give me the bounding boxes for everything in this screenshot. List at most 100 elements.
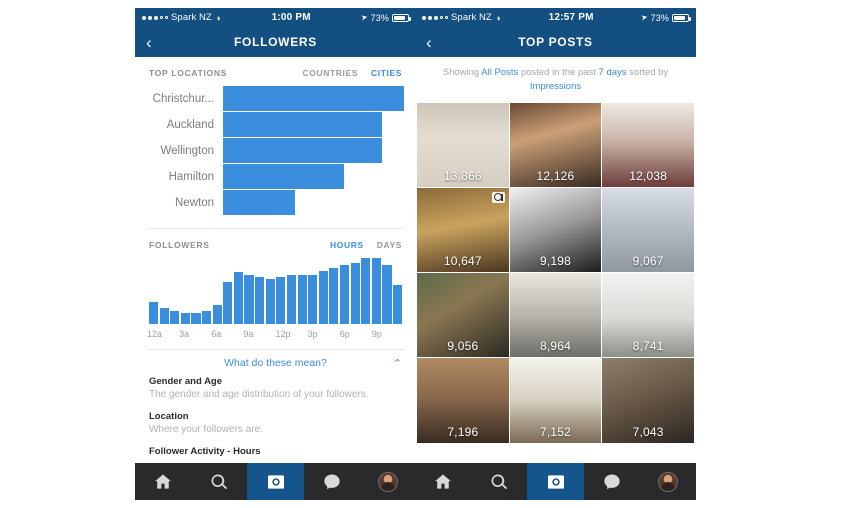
nav-bar-left: ‹ FOLLOWERS [135, 27, 416, 57]
impressions-count: 7,196 [447, 424, 479, 439]
showing-suffix: sorted by [626, 67, 669, 78]
explainer-item: Gender and Age The gender and age distri… [149, 376, 402, 400]
chevron-up-icon[interactable]: ⌃ [393, 357, 402, 370]
segment-cities[interactable]: CITIES [371, 68, 402, 78]
filter-sort-metric[interactable]: Impressions [530, 81, 581, 92]
histogram-bar [233, 272, 243, 324]
tab-activity[interactable] [584, 463, 640, 500]
carrier-label: Spark NZ [451, 12, 492, 23]
home-icon [155, 474, 172, 489]
camera-icon [267, 474, 284, 489]
impressions-count: 13,866 [443, 168, 482, 183]
section-follower-activity: FOLLOWERS HOURS DAYS 12a 3a 6a 9a 12p 3p 6p 9p [135, 229, 416, 347]
post-thumbnail[interactable]: 8,741 [602, 273, 694, 358]
segment-countries[interactable]: COUNTRIES [303, 68, 358, 78]
activity-icon [324, 474, 340, 489]
explainer-desc: Where your followers are. [149, 424, 263, 435]
filter-time-range[interactable]: 7 days [599, 67, 627, 78]
section-title: FOLLOWERS [149, 240, 210, 250]
follower-activity-histogram: 12a 3a 6a 9a 12p 3p 6p 9p [135, 256, 416, 347]
x-axis-tick-label: 6p [339, 329, 350, 339]
location-label: Wellington [160, 144, 215, 157]
battery-percent-label: 73% [650, 12, 669, 23]
explainer-item: Location Where your followers are. [149, 411, 402, 435]
back-button[interactable]: ‹ [426, 34, 432, 51]
battery-percent-label: 73% [370, 12, 389, 23]
x-axis-tick-label: 3p [307, 329, 318, 339]
post-thumbnail[interactable]: 13,866 [417, 102, 509, 187]
tab-home[interactable] [415, 463, 471, 500]
location-bar-fill [223, 164, 345, 189]
signal-dots-icon [422, 15, 448, 20]
x-axis-tick-label: 9p [371, 329, 382, 339]
histogram-bar [361, 258, 371, 324]
post-thumbnail[interactable]: 10,647 [417, 187, 509, 273]
search-icon [211, 473, 228, 489]
post-thumbnail[interactable]: 8,964 [509, 273, 602, 358]
tab-activity[interactable] [304, 463, 360, 500]
post-thumbnail[interactable]: 9,056 [417, 273, 509, 358]
back-button[interactable]: ‹ [146, 34, 152, 51]
tab-camera[interactable] [247, 463, 304, 500]
location-bar-fill [223, 86, 404, 111]
impressions-count: 9,198 [539, 254, 571, 269]
post-thumbnail[interactable]: 7,196 [417, 358, 509, 443]
tab-home[interactable] [135, 463, 191, 500]
histogram-bar [382, 264, 392, 324]
post-thumbnail[interactable]: 9,198 [509, 187, 602, 273]
section-top-locations: TOP LOCATIONS COUNTRIES CITIES Christchu… [135, 57, 416, 226]
post-thumbnail[interactable]: 7,043 [602, 358, 694, 443]
what-do-these-mean-link[interactable]: What do these mean? [224, 357, 327, 369]
histogram-bar [318, 271, 328, 324]
explainer-header[interactable]: What do these mean? ⌃ [149, 350, 402, 376]
explainer-title: Follower Activity - Hours [149, 446, 261, 457]
location-bar-row: Hamilton [147, 164, 404, 189]
post-thumbnail[interactable]: 12,038 [602, 102, 694, 187]
histogram-x-axis: 12a 3a 6a 9a 12p 3p 6p 9p [147, 327, 404, 343]
tab-profile[interactable] [640, 463, 696, 500]
histogram-bar [329, 267, 339, 324]
followers-header: FOLLOWERS HOURS DAYS [135, 229, 416, 256]
post-thumbnail[interactable]: 9,067 [602, 187, 694, 273]
histogram-bar [393, 285, 403, 324]
phone-screen-top-posts: Spark NZ ◗ 12:57 PM ➤ 73% ‹ TOP POSTS Sh… [415, 8, 696, 500]
location-bar-row: Wellington [147, 138, 404, 163]
histogram-bar [276, 277, 286, 324]
signal-dots-icon [142, 15, 168, 20]
histogram-bar [223, 282, 233, 324]
tab-search[interactable] [191, 463, 247, 500]
section-title: TOP LOCATIONS [149, 68, 228, 78]
x-axis-tick-label: 9a [243, 329, 254, 339]
histogram-bar [265, 278, 275, 324]
segment-days[interactable]: DAYS [377, 240, 402, 250]
page-title: TOP POSTS [518, 35, 593, 49]
tab-camera[interactable] [527, 463, 584, 500]
location-bar-row: Newton [147, 190, 404, 215]
carousel-icon [491, 191, 505, 203]
impressions-count: 7,043 [632, 424, 664, 439]
histogram-bar [212, 304, 222, 324]
followers-segmented-control: HOURS DAYS [330, 240, 402, 250]
post-thumbnail[interactable]: 7,152 [509, 358, 602, 443]
segment-hours[interactable]: HOURS [330, 240, 364, 250]
carrier-label: Spark NZ [171, 12, 212, 23]
tab-search[interactable] [471, 463, 527, 500]
tab-profile[interactable] [360, 463, 416, 500]
histogram-bar [170, 311, 180, 324]
histogram-bar [244, 275, 254, 324]
status-right: ➤ 73% [640, 12, 691, 23]
impressions-count: 8,964 [539, 339, 571, 354]
x-axis-tick-label: 12p [275, 329, 291, 339]
x-axis-tick-label: 6a [211, 329, 222, 339]
location-bar-fill [223, 138, 383, 163]
profile-avatar [377, 471, 398, 492]
locations-segmented-control: COUNTRIES CITIES [303, 68, 402, 78]
histogram-bar [202, 310, 212, 324]
impressions-count: 12,126 [536, 168, 575, 183]
post-thumbnail[interactable]: 12,126 [509, 102, 602, 187]
camera-icon [547, 474, 564, 489]
section-explainer: What do these mean? ⌃ Gender and Age The… [135, 350, 416, 457]
clock-label: 1:00 PM [271, 12, 311, 23]
histogram-bar [180, 312, 190, 324]
filter-all-posts[interactable]: All Posts [481, 67, 518, 78]
